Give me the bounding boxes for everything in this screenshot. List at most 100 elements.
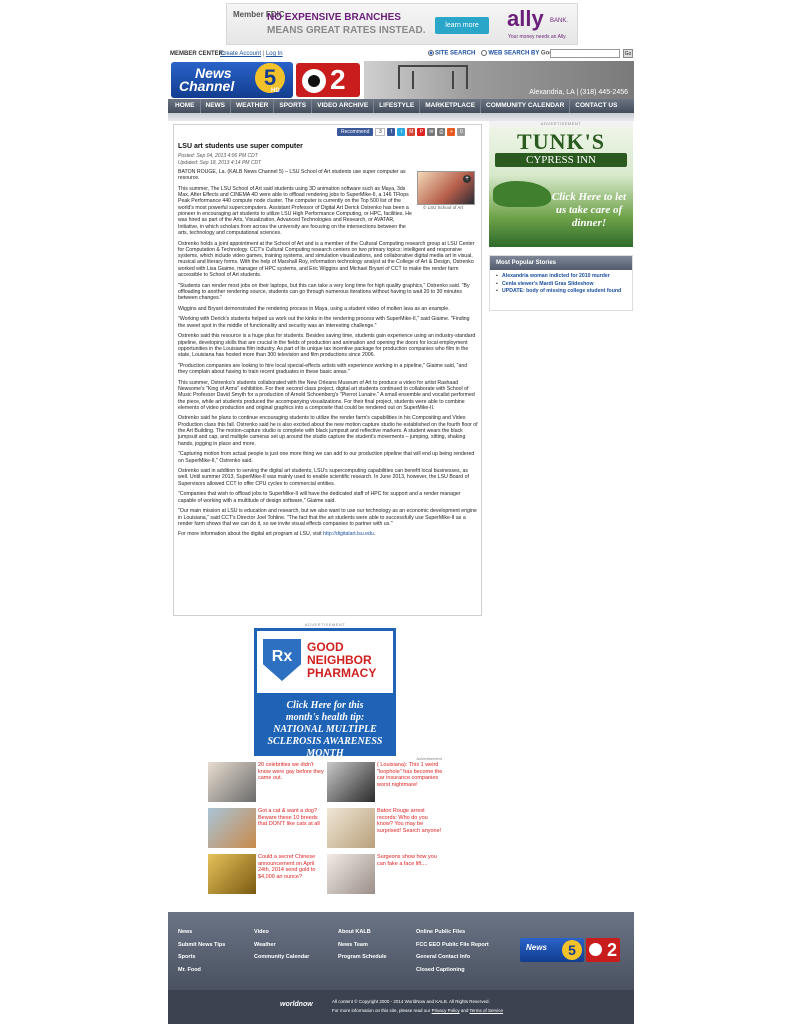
sponsored-item[interactable]: ( Louisiana): This 1 weird "loophole" ha… <box>327 762 443 804</box>
nav-marketplace[interactable]: MARKETPLACE <box>419 99 480 113</box>
sponsored-thumbnail[interactable] <box>208 762 256 802</box>
policy-and: and <box>460 1008 469 1013</box>
article-paragraph: Ostrenko said this resource is a huge pl… <box>178 333 476 359</box>
nav-sports[interactable]: SPORTS <box>273 99 311 113</box>
footer-link-mr-food[interactable]: Mr. Food <box>178 964 225 977</box>
search-input[interactable] <box>550 49 620 58</box>
article-paragraph: "Students can render most jobs on their … <box>178 282 470 302</box>
footer-link-weather[interactable]: Weather <box>254 939 309 952</box>
site-search-option[interactable]: SITE SEARCH <box>428 50 475 57</box>
nav-home[interactable]: HOME <box>170 99 200 113</box>
sponsored-thumbnail[interactable] <box>327 854 375 894</box>
search-go-button[interactable]: Go <box>623 49 633 58</box>
gmail-share-icon[interactable]: M <box>407 128 416 136</box>
worldnow-logo[interactable]: worldnow <box>280 1001 313 1008</box>
top-banner-ad[interactable]: Member FDIC NO EXPENSIVE BRANCHES MEANS … <box>226 3 578 45</box>
article-paragraph: This summer, The LSU School of Art said … <box>178 185 412 236</box>
sponsored-thumbnail[interactable] <box>208 808 256 848</box>
ad-headline: NO EXPENSIVE BRANCHES <box>267 12 401 23</box>
footer-link-submit-news-tips[interactable]: Submit News Tips <box>178 939 225 952</box>
sponsored-headline[interactable]: 20 celebrities we didn't know were gay b… <box>258 762 324 782</box>
sponsored-headline[interactable]: Could a secret Chinese announcement on A… <box>258 854 324 880</box>
cbs-2-logo[interactable]: 2 <box>296 63 360 97</box>
digital-art-link[interactable]: http://digitalart.lsu.edu <box>323 531 374 537</box>
news-channel-5-logo[interactable]: News Channel 5 HD <box>171 62 293 98</box>
login-link[interactable]: Log In <box>266 51 283 57</box>
facebook-recommend-button[interactable]: Recommend <box>337 128 374 136</box>
footer-link-general-contact[interactable]: General Contact Info <box>416 951 489 964</box>
more-share-icon[interactable]: + <box>447 128 456 136</box>
popular-list: Alexandria woman indicted for 2010 murde… <box>490 270 632 299</box>
popular-story-link[interactable]: Cenla viewer's Mardi Gras Slideshow <box>496 281 626 288</box>
masthead: News Channel 5 HD 2 Alexandria, LA | (31… <box>168 61 634 99</box>
popular-story-link[interactable]: Alexandria woman indicted for 2010 murde… <box>496 273 626 280</box>
nav-weather[interactable]: WEATHER <box>230 99 273 113</box>
facebook-share-icon[interactable]: f <box>387 128 396 136</box>
create-account-link[interactable]: Create Account <box>220 51 261 57</box>
member-separator: | <box>262 51 265 57</box>
most-popular-heading: Most Popular Stories <box>490 256 632 270</box>
footer-link-news-team[interactable]: News Team <box>338 939 387 952</box>
footer-link-video[interactable]: Video <box>254 926 309 939</box>
sponsored-headline[interactable]: Baton Rouge arrest records: Who do you k… <box>377 808 443 834</box>
footer-link-sports[interactable]: Sports <box>178 951 225 964</box>
article-paragraph: "Our main mission at LSU is education an… <box>178 508 477 527</box>
privacy-policy-link[interactable]: Privacy Policy <box>432 1008 460 1013</box>
logo-channel-text: Channel <box>179 78 235 94</box>
footer-link-closed-captioning[interactable]: Closed Captioning <box>416 964 489 977</box>
footer-news5-logo: News 5 <box>520 938 584 962</box>
sponsored-item[interactable]: Got a cat & want a dog? Beware these 10 … <box>208 808 324 850</box>
terms-of-service-link[interactable]: Terms of Service <box>470 1008 504 1013</box>
footer-link-about-kalb[interactable]: About KALB <box>338 926 387 939</box>
sponsored-item[interactable]: Surgeons show how you can fake a face li… <box>327 854 443 896</box>
popular-story-link[interactable]: UPDATE: body of missing college student … <box>496 288 626 295</box>
radio-icon <box>481 50 488 56</box>
pharmacy-ad-image[interactable]: Rx GOOD NEIGHBOR PHARMACY Click Here for… <box>254 628 396 774</box>
article-closing: For more information about the digital a… <box>178 531 478 537</box>
pharmacy-ad[interactable]: ADVERTISEMENT Rx GOOD NEIGHBOR PHARMACY … <box>252 622 398 774</box>
email-share-icon[interactable]: ✉ <box>427 128 436 136</box>
sponsored-item[interactable]: Baton Rouge arrest records: Who do you k… <box>327 808 443 850</box>
footer-link-online-public-files[interactable]: Online Public Files <box>416 926 489 939</box>
nav-video-archive[interactable]: VIDEO ARCHIVE <box>311 99 373 113</box>
sponsored-thumbnail[interactable] <box>327 762 375 802</box>
footer-link-fcc-eeo[interactable]: FCC EEO Public File Report <box>416 939 489 952</box>
article-paragraph: BATON ROUGE, La. (KALB News Channel 5) –… <box>178 169 406 182</box>
copyright-text: All content © Copyright 2000 - 2014 Worl… <box>332 997 503 1015</box>
sponsored-thumbnail[interactable] <box>327 808 375 848</box>
nav-news[interactable]: NEWS <box>199 99 231 113</box>
member-bar: MEMBER CENTER: Create Account | Log In S… <box>168 49 634 61</box>
print-icon[interactable]: ⎙ <box>437 128 446 136</box>
footer-logo-5: 5 <box>562 940 582 960</box>
twitter-share-icon[interactable]: t <box>397 128 406 136</box>
ad-label: ADVERTISEMENT <box>304 622 346 627</box>
pinterest-share-icon[interactable]: P <box>417 128 426 136</box>
footer-link-news[interactable]: News <box>178 926 225 939</box>
closing-text: For more information about the digital a… <box>178 531 322 538</box>
article-dates: Posted: Sep 04, 2013 4:06 PM CDT Updated… <box>178 153 261 166</box>
sponsored-headline[interactable]: Surgeons show how you can fake a face li… <box>377 854 443 867</box>
share-count-icon[interactable]: 0 <box>457 128 466 136</box>
footer-link-program-schedule[interactable]: Program Schedule <box>338 951 387 964</box>
footer-column-4: Online Public Files FCC EEO Public File … <box>416 926 489 976</box>
learn-more-button[interactable]: learn more <box>435 17 489 34</box>
sponsored-headline[interactable]: Got a cat & want a dog? Beware these 10 … <box>258 808 324 828</box>
tunks-ad[interactable]: ADVERTISEMENT TUNK'S CYPRESS INN Click H… <box>489 121 633 247</box>
article-container: Recommend 3 f t M P ✉ ⎙ + 0 LSU art stud… <box>173 124 482 616</box>
sponsored-thumbnail[interactable] <box>208 854 256 894</box>
nav-contact-us[interactable]: CONTACT US <box>569 99 622 113</box>
sponsored-headline[interactable]: ( Louisiana): This 1 weird "loophole" ha… <box>377 762 443 788</box>
copyright-bar: worldnow All content © Copyright 2000 - … <box>168 990 634 1024</box>
sponsored-item[interactable]: 20 celebrities we didn't know were gay b… <box>208 762 324 804</box>
footer-link-community-calendar[interactable]: Community Calendar <box>254 951 309 964</box>
nav-lifestyle[interactable]: LIFESTYLE <box>373 99 419 113</box>
footer-logo[interactable]: News 5 2 <box>520 938 620 962</box>
sponsored-item[interactable]: Could a secret Chinese announcement on A… <box>208 854 324 896</box>
station-info: Alexandria, LA | (318) 445-2456 <box>529 89 628 96</box>
tunks-ad-image[interactable]: TUNK'S CYPRESS INN Click Here to let us … <box>489 127 633 247</box>
article-title: LSU art students use super computer <box>178 143 303 150</box>
nav-community-calendar[interactable]: COMMUNITY CALENDAR <box>480 99 569 113</box>
tip-line: Click Here for this <box>286 700 364 711</box>
bridge-tower-illustration <box>412 71 454 89</box>
search-options: SITE SEARCH WEB SEARCH BY Google <box>428 50 562 57</box>
